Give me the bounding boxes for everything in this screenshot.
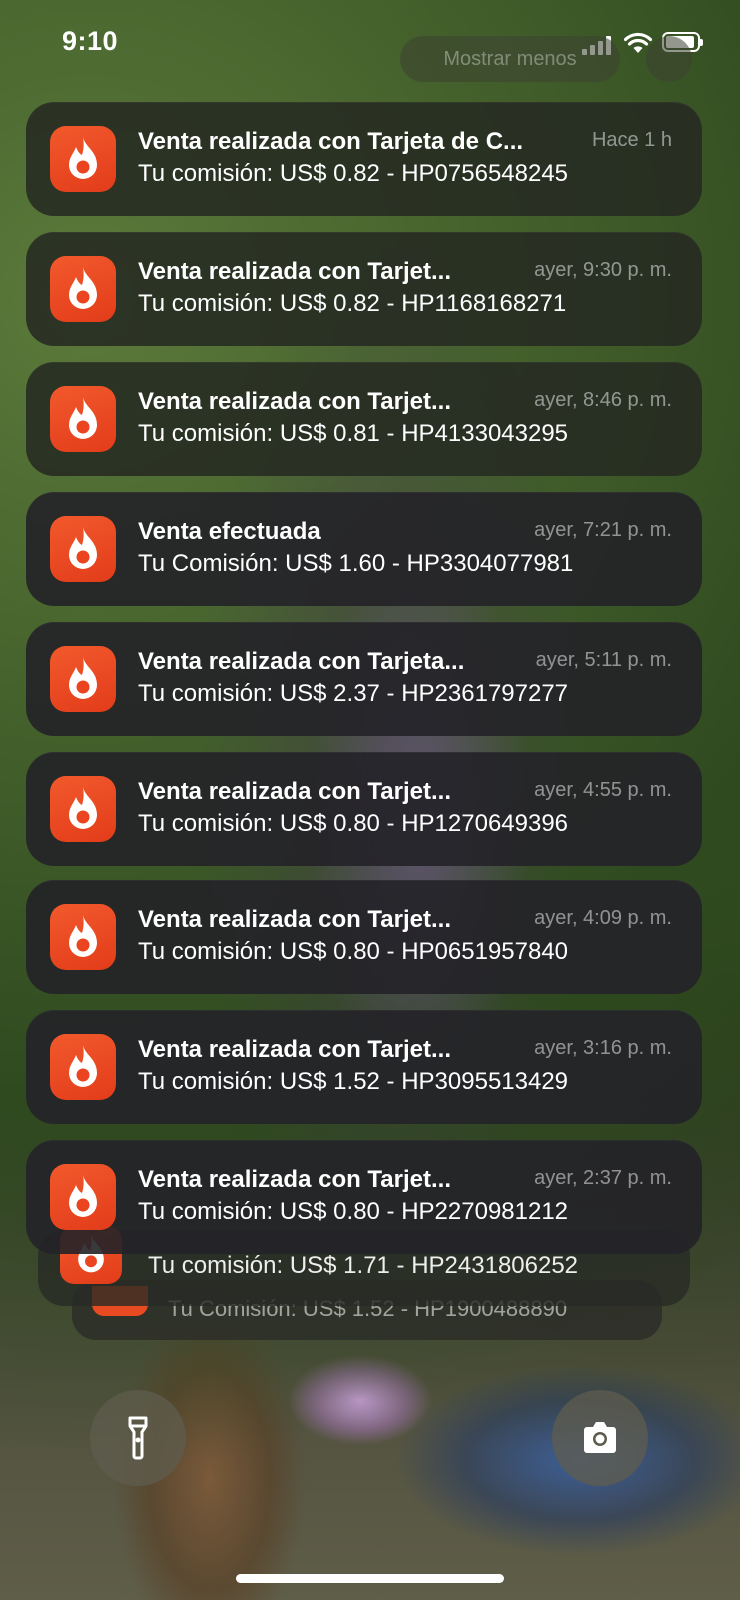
status-time: 9:10 <box>62 26 119 56</box>
flame-icon <box>50 126 116 192</box>
notification-title: Venta realizada con Tarjeta... <box>138 648 465 675</box>
status-bar: 9:10 <box>0 0 740 88</box>
notification-body: Tu comisión: US$ 0.82 - HP1168168271 <box>138 290 567 317</box>
notification-card[interactable]: Venta realizada con Tarjet... ayer, 2:37… <box>26 1140 702 1254</box>
notification-body: Tu comisión: US$ 1.52 - HP3095513429 <box>138 1068 569 1095</box>
notification-body: Tu comisión: US$ 0.80 - HP0651957840 <box>138 938 569 965</box>
flame-icon <box>50 516 116 582</box>
notification-body: Tu Comisión: US$ 1.60 - HP3304077981 <box>138 550 574 577</box>
notification-title: Venta realizada con Tarjet... <box>138 778 452 805</box>
notification-time: ayer, 4:09 p. m. <box>534 907 672 929</box>
notification-time: Hace 1 h <box>591 129 672 151</box>
camera-button[interactable] <box>552 1390 648 1486</box>
notification-time: ayer, 7:21 p. m. <box>534 519 672 541</box>
notification-title: Venta realizada con Tarjet... <box>138 1166 452 1193</box>
notification-card[interactable]: Venta efectuada ayer, 7:21 p. m. Tu Comi… <box>26 492 702 606</box>
notification-time: ayer, 2:37 p. m. <box>534 1167 672 1189</box>
flashlight-button[interactable] <box>90 1390 186 1486</box>
flame-icon <box>50 904 116 970</box>
flame-icon <box>50 256 116 322</box>
show-less-button[interactable]: Mostrar menos <box>400 36 620 82</box>
notification-card[interactable]: Venta realizada con Tarjet... ayer, 8:46… <box>26 362 702 476</box>
flame-icon <box>50 1034 116 1100</box>
camera-icon <box>584 1422 616 1453</box>
notification-time: ayer, 3:16 p. m. <box>534 1037 672 1059</box>
notification-body: Tu comisión: US$ 0.82 - HP0756548245 <box>138 160 569 187</box>
notification-time: ayer, 5:11 p. m. <box>535 649 672 671</box>
notification-card[interactable]: Venta realizada con Tarjet... ayer, 3:16… <box>26 1010 702 1124</box>
home-indicator[interactable] <box>236 1574 504 1583</box>
notification-body: Tu comisión: US$ 0.81 - HP4133043295 <box>138 420 569 447</box>
notification-title: Venta realizada con Tarjet... <box>138 258 452 285</box>
flame-icon <box>50 776 116 842</box>
notification-title: Venta realizada con Tarjet... <box>138 906 452 933</box>
notification-time: ayer, 8:46 p. m. <box>534 389 672 411</box>
notification-title: Venta realizada con Tarjet... <box>138 1036 452 1063</box>
notification-body: Tu comisión: US$ 2.37 - HP2361797277 <box>138 680 569 707</box>
clear-notifications-button[interactable] <box>646 36 692 82</box>
notification-card[interactable]: Venta realizada con Tarjeta de C... Hace… <box>26 102 702 216</box>
notification-card[interactable]: Venta realizada con Tarjet... ayer, 4:09… <box>26 880 702 994</box>
notification-time: ayer, 9:30 p. m. <box>534 259 672 281</box>
notification-body: Tu comisión: US$ 0.80 - HP1270649396 <box>138 810 569 837</box>
notification-title: Venta realizada con Tarjet... <box>138 388 452 415</box>
notification-card[interactable]: Venta realizada con Tarjeta... ayer, 5:1… <box>26 622 702 736</box>
notification-body: Tu comisión: US$ 1.71 - HP2431806252 <box>148 1252 579 1279</box>
flashlight-icon <box>128 1416 148 1460</box>
flame-icon <box>50 386 116 452</box>
notification-title: Venta efectuada <box>138 518 321 545</box>
notification-card[interactable]: Venta realizada con Tarjet... ayer, 4:55… <box>26 752 702 866</box>
flame-icon <box>50 1164 116 1230</box>
notification-time: ayer, 4:55 p. m. <box>534 779 672 801</box>
notification-card[interactable]: Venta realizada con Tarjet... ayer, 9:30… <box>26 232 702 346</box>
notification-body: Tu comisión: US$ 0.80 - HP2270981212 <box>138 1198 569 1225</box>
notification-title: Venta realizada con Tarjeta de C... <box>138 128 524 155</box>
flame-icon <box>50 646 116 712</box>
